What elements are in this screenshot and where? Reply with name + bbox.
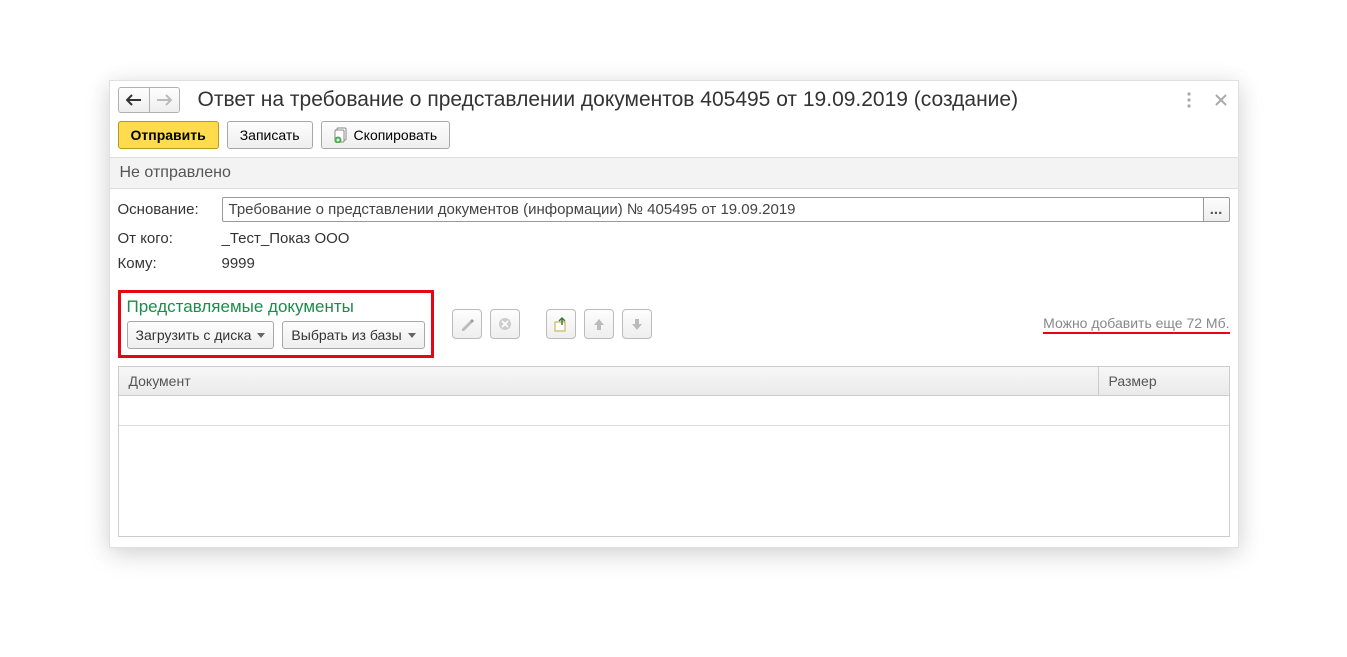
from-value: _Тест_Показ ООО [222,230,350,247]
from-row: От кого: _Тест_Показ ООО [118,230,1230,247]
from-label: От кого: [118,230,222,247]
export-button[interactable] [546,309,576,339]
more-button[interactable] [1180,91,1198,109]
chevron-down-icon [257,333,265,338]
close-icon [1215,94,1227,106]
documents-buttons: Загрузить с диска Выбрать из базы [127,321,425,349]
back-button[interactable] [119,88,149,112]
basis-label: Основание: [118,201,222,218]
delete-button[interactable] [490,309,520,339]
documents-table: Документ Размер [118,366,1230,537]
size-hint: Можно добавить еще 72 Мб. [1043,315,1229,334]
pencil-icon [459,316,475,332]
send-button[interactable]: Отправить [118,121,219,149]
fields-area: Основание: Требование о представлении до… [110,189,1238,284]
arrow-down-icon [630,317,644,331]
export-icon [553,316,569,332]
basis-lookup-button[interactable]: ... [1204,197,1230,222]
load-from-disk-label: Загрузить с диска [136,327,252,343]
documents-toolbar-row: Представляемые документы Загрузить с дис… [118,284,1230,358]
load-from-disk-button[interactable]: Загрузить с диска [127,321,275,349]
forward-button[interactable] [149,88,179,112]
table-header: Документ Размер [119,367,1229,396]
to-label: Кому: [118,255,222,272]
select-from-base-button[interactable]: Выбрать из базы [282,321,424,349]
window: Ответ на требование о представлении доку… [109,80,1239,548]
move-down-button[interactable] [622,309,652,339]
edit-button[interactable] [452,309,482,339]
documents-section-title: Представляемые документы [127,297,425,317]
col-size[interactable]: Размер [1099,367,1229,395]
page-title: Ответ на требование о представлении доку… [198,88,1180,112]
basis-input-wrap: Требование о представлении документов (и… [222,197,1230,222]
arrow-right-icon [156,94,172,106]
basis-input[interactable]: Требование о представлении документов (и… [222,197,1204,222]
header-actions [1180,91,1230,109]
to-value: 9999 [222,255,255,272]
copy-button-label: Скопировать [354,127,438,143]
to-row: Кому: 9999 [118,255,1230,272]
table-row[interactable] [119,396,1229,426]
status-bar: Не отправлено [110,157,1238,189]
select-from-base-label: Выбрать из базы [291,327,401,343]
arrow-up-icon [592,317,606,331]
icon-toolbar [452,309,652,339]
move-up-button[interactable] [584,309,614,339]
basis-row: Основание: Требование о представлении до… [118,197,1230,222]
delete-icon [497,316,513,332]
chevron-down-icon [408,333,416,338]
close-button[interactable] [1212,91,1230,109]
window-header: Ответ на требование о представлении доку… [110,81,1238,115]
table-body[interactable] [119,396,1229,536]
copy-icon [334,127,348,143]
nav-buttons [118,87,180,113]
highlighted-area: Представляемые документы Загрузить с дис… [118,290,434,358]
save-button[interactable]: Записать [227,121,313,149]
copy-button[interactable]: Скопировать [321,121,451,149]
arrow-left-icon [126,94,142,106]
dots-vertical-icon [1187,92,1191,108]
main-toolbar: Отправить Записать Скопировать [110,115,1238,157]
col-document[interactable]: Документ [119,367,1099,395]
